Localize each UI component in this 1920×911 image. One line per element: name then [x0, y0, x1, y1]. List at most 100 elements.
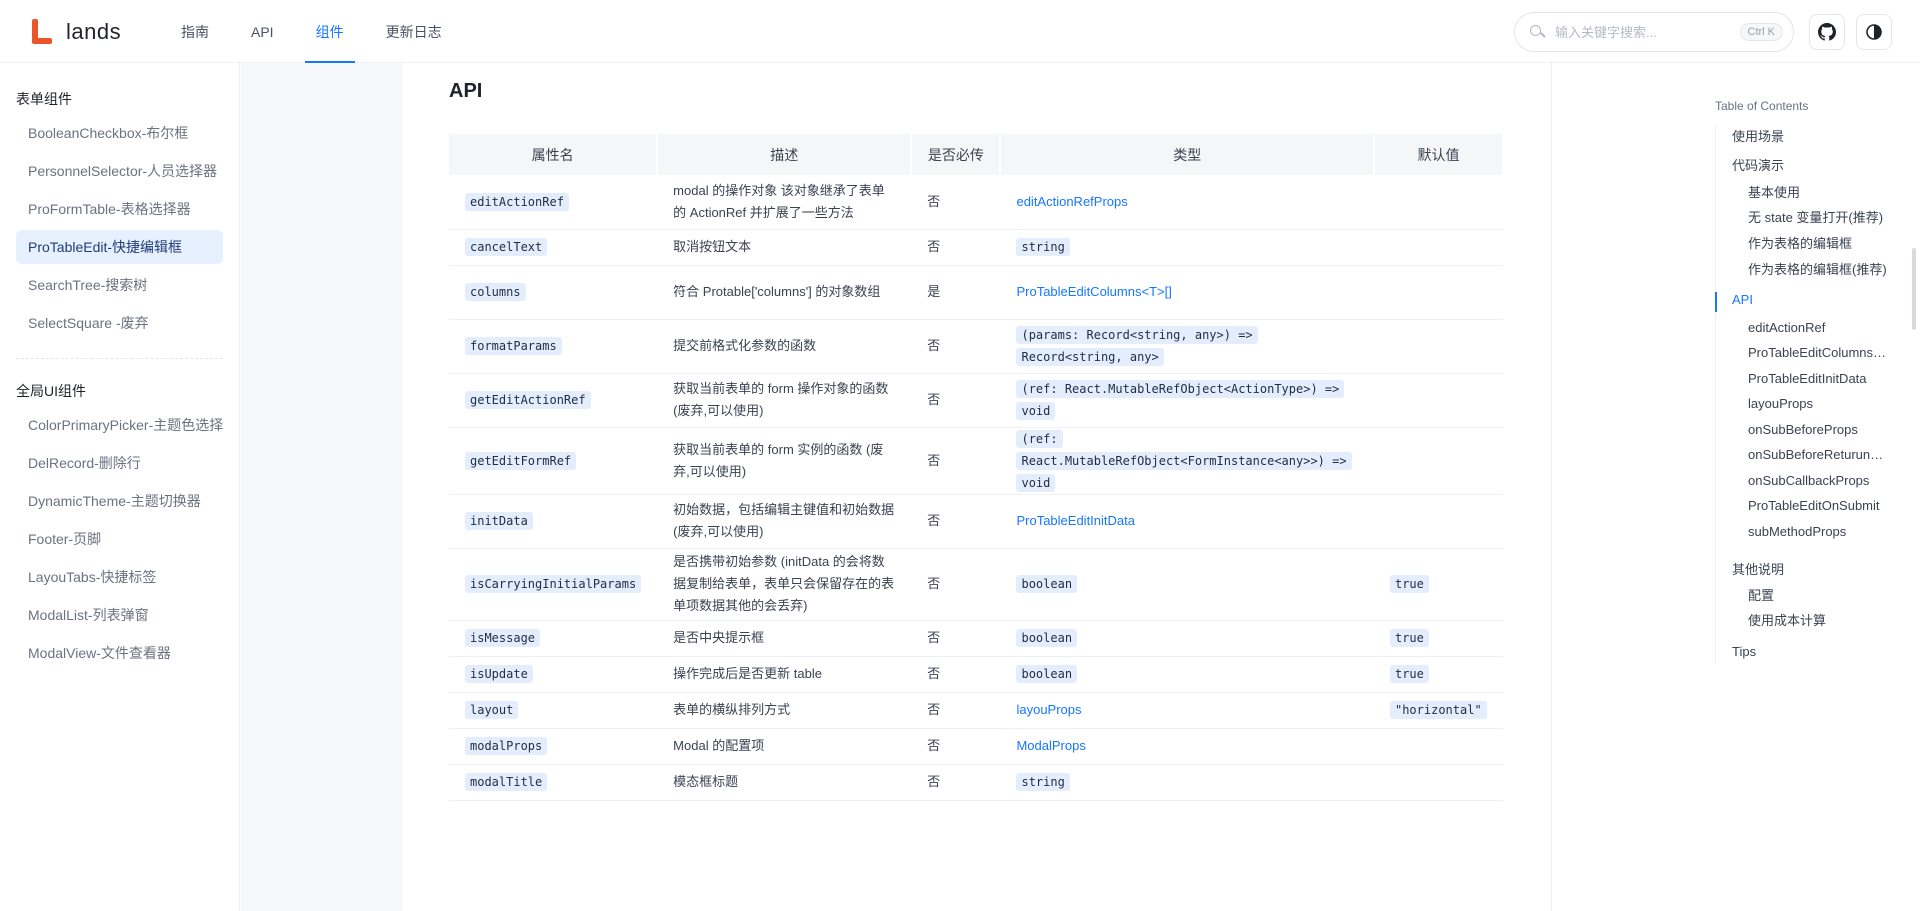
type-link[interactable]: layouProps	[1016, 702, 1081, 717]
sidebar-item[interactable]: Footer-页脚	[16, 522, 223, 556]
nav-api[interactable]: API	[240, 0, 285, 63]
prop-name-cell: layout	[449, 692, 658, 729]
prop-name-cell: modalProps	[449, 728, 658, 765]
prop-required: 否	[911, 656, 1001, 693]
sidebar-item[interactable]: ColorPrimaryPicker-主题色选择器	[16, 408, 223, 442]
table-row: modalTitle 模态框标题否 string	[449, 764, 1503, 801]
nav-guide[interactable]: 指南	[170, 0, 220, 63]
type-link[interactable]: editActionRefProps	[1016, 194, 1127, 209]
sidebar-item[interactable]: SelectSquare -废弃	[16, 306, 223, 340]
toc-item[interactable]: 作为表格的编辑框(推荐)	[1748, 259, 1890, 278]
toc-item[interactable]: editActionRef	[1748, 320, 1890, 335]
table-row: getEditActionRef 获取当前表单的 form 操作对象的函数 (废弃…	[449, 373, 1503, 428]
sidebar-item[interactable]: BooleanCheckbox-布尔框	[16, 116, 223, 150]
prop-name-cell: columns	[449, 265, 658, 320]
prop-name-cell: formatParams	[449, 319, 658, 374]
toc-item[interactable]: onSubCallbackProps	[1748, 473, 1890, 488]
github-button[interactable]	[1809, 14, 1845, 50]
prop-type-cell: layouProps	[1000, 692, 1374, 729]
prop-name: layout	[465, 701, 519, 719]
prop-type-cell: string	[1000, 229, 1374, 266]
prop-description: 符合 Protable['columns'] 的对象数组	[657, 265, 912, 320]
header-description: 描述	[657, 134, 913, 175]
search-box[interactable]: Ctrl K	[1514, 12, 1794, 52]
prop-type-cell: ProTableEditInitData	[1000, 494, 1374, 549]
top-nav: 指南 API 组件 更新日志	[170, 0, 473, 63]
prop-description: 初始数据，包括编辑主键值和初始数据 (废弃,可以使用)	[657, 494, 912, 549]
toc-item[interactable]: 代码演示	[1732, 155, 1882, 174]
sidebar-item[interactable]: PersonnelSelector-人员选择器	[16, 154, 223, 188]
prop-required: 否	[911, 728, 1001, 765]
table-row: initData 初始数据，包括编辑主键值和初始数据 (废弃,可以使用) 否 ProT…	[449, 494, 1503, 549]
prop-default-cell	[1373, 319, 1503, 374]
prop-type-cell: (ref: React.MutableRefObject<ActionType>…	[1000, 373, 1374, 428]
prop-required: 否	[911, 229, 1001, 266]
nav-components[interactable]: 组件	[304, 0, 355, 63]
prop-default-cell: true	[1373, 548, 1503, 621]
prop-default-cell	[1373, 265, 1503, 320]
prop-type: boolean	[1016, 665, 1078, 683]
toc-item[interactable]: ProTableEditOnSubmit	[1748, 498, 1890, 513]
sidebar-group-title: 表单组件	[16, 91, 72, 107]
prop-required: 否	[911, 764, 1001, 801]
table-row: isUpdate 操作完成后是否更新 table 否 boolean true	[449, 656, 1503, 693]
prop-type-cell: ModalProps	[1000, 728, 1374, 765]
table-row: isMessage 是否中央提示框否 boolean true	[449, 620, 1503, 657]
toc-item-active[interactable]: API	[1732, 292, 1882, 307]
prop-required: 否	[911, 373, 1001, 428]
prop-name-cell: isCarryingInitialParams	[449, 548, 658, 621]
sidebar-item[interactable]: DynamicTheme-主题切换器	[16, 484, 223, 518]
toc-item[interactable]: 无 state 变量打开(推荐)	[1748, 207, 1890, 226]
sidebar-item[interactable]: DelRecord-删除行	[16, 446, 223, 480]
table-row: formatParams 提交前格式化参数的函数否 (params: Record<…	[449, 319, 1503, 374]
toc-item[interactable]: layouProps	[1748, 396, 1890, 411]
toc-item[interactable]: 使用场景	[1732, 126, 1882, 145]
prop-name: modalProps	[465, 737, 548, 755]
prop-name-cell: isMessage	[449, 620, 658, 657]
toc-item[interactable]: onSubBeforeReturunProps	[1748, 447, 1890, 462]
toc-item[interactable]: 配置	[1748, 585, 1890, 604]
toc-item[interactable]: ProTableEditColumnsProps	[1748, 345, 1890, 360]
table-row: editActionRef modal 的操作对象 该对象继承了表单的 Actio…	[449, 175, 1503, 230]
prop-default-cell	[1373, 427, 1503, 495]
prop-type-cell: (ref: React.MutableRefObject<FormInstanc…	[1000, 427, 1374, 495]
prop-required: 否	[911, 319, 1001, 374]
toc-item[interactable]: 基本使用	[1748, 182, 1890, 201]
theme-toggle-button[interactable]	[1856, 14, 1892, 50]
sidebar-item[interactable]: ModalView-文件查看器	[16, 636, 223, 670]
toc-item[interactable]: Tips	[1732, 644, 1882, 659]
type-link[interactable]: ModalProps	[1016, 738, 1085, 753]
prop-description: 获取当前表单的 form 操作对象的函数 (废弃,可以使用)	[657, 373, 912, 428]
sidebar-item[interactable]: LayouTabs-快捷标签	[16, 560, 223, 594]
prop-name-cell: modalTitle	[449, 764, 658, 801]
sidebar-item[interactable]: SearchTree-搜索树	[16, 268, 223, 302]
toc-item[interactable]: 其他说明	[1732, 559, 1882, 578]
sidebar-item[interactable]: ProFormTable-表格选择器	[16, 192, 223, 226]
prop-description: 表单的横纵排列方式	[657, 692, 912, 729]
prop-default-cell	[1373, 728, 1503, 765]
prop-type-cell: boolean	[1000, 656, 1374, 693]
page-scrollbar[interactable]	[1912, 248, 1916, 330]
toc-item[interactable]: ProTableEditInitData	[1748, 371, 1890, 386]
table-row: layout 表单的横纵排列方式否 layouProps "horizontal"	[449, 692, 1503, 729]
sidebar-item[interactable]: ModalList-列表弹窗	[16, 598, 223, 632]
toc-item[interactable]: onSubBeforeProps	[1748, 422, 1890, 437]
header-required: 是否必传	[911, 134, 1002, 175]
sidebar-item-active[interactable]: ProTableEdit-快捷编辑框	[16, 230, 223, 264]
prop-required: 否	[911, 692, 1001, 729]
prop-type: (params: Record<string, any>) => Record<…	[1016, 326, 1258, 366]
toc-item[interactable]: subMethodProps	[1748, 524, 1890, 539]
toc-item[interactable]: 使用成本计算	[1748, 610, 1890, 629]
type-link[interactable]: ProTableEditInitData	[1016, 513, 1135, 528]
toc-item[interactable]: 作为表格的编辑框	[1748, 233, 1890, 252]
logo[interactable]: lands	[28, 16, 121, 48]
toc-track	[1715, 124, 1716, 664]
nav-changelog[interactable]: 更新日志	[375, 0, 453, 63]
prop-name: isCarryingInitialParams	[465, 575, 642, 593]
search-input[interactable]	[1555, 24, 1740, 40]
theme-toggle-icon	[1866, 24, 1882, 40]
api-table: 属性名 描述 是否必传 类型 默认值 editActionRef modal 的操…	[449, 134, 1505, 801]
prop-type-cell: editActionRefProps	[1000, 175, 1374, 230]
prop-description: 是否中央提示框	[657, 620, 912, 657]
type-link[interactable]: ProTableEditColumns<T>[]	[1016, 284, 1171, 299]
